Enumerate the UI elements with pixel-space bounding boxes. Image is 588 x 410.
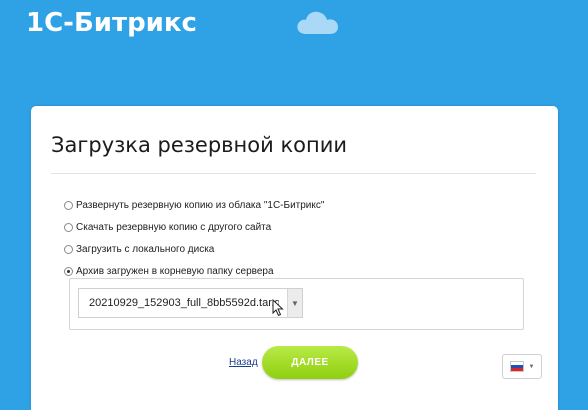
option-other-site[interactable]: Скачать резервную копию с другого сайта bbox=[64, 216, 324, 238]
title-divider bbox=[51, 173, 536, 174]
back-link[interactable]: Назад bbox=[229, 357, 258, 368]
archive-file-value: 20210929_152903_full_8bb5592d.tar.gz bbox=[89, 297, 279, 309]
language-select[interactable]: ▼ bbox=[502, 354, 542, 379]
mouse-cursor-icon bbox=[272, 299, 284, 317]
archive-file-select[interactable]: 20210929_152903_full_8bb5592d.tar.gz ▼ bbox=[78, 288, 303, 318]
radio-server-root[interactable] bbox=[64, 266, 73, 276]
restore-backup-panel: Загрузка резервной копии Развернуть резе… bbox=[31, 106, 558, 410]
page-title: Загрузка резервной копии bbox=[51, 133, 348, 157]
radio-cloud[interactable] bbox=[64, 200, 73, 210]
option-other-site-label: Скачать резервную копию с другого сайта bbox=[76, 221, 272, 233]
radio-other-site[interactable] bbox=[64, 222, 73, 232]
restore-options: Развернуть резервную копию из облака "1С… bbox=[64, 194, 324, 282]
cloud-icon bbox=[297, 11, 338, 34]
option-local-disk-label: Загрузить с локального диска bbox=[76, 243, 215, 255]
option-server-root-label: Архив загружен в корневую папку сервера bbox=[76, 265, 274, 277]
next-button[interactable]: ДАЛЕЕ bbox=[262, 346, 358, 379]
radio-local-disk[interactable] bbox=[64, 244, 73, 254]
chevron-down-icon: ▼ bbox=[528, 363, 535, 370]
ru-flag-icon bbox=[509, 361, 524, 372]
chevron-down-icon[interactable]: ▼ bbox=[287, 289, 302, 317]
option-cloud-label: Развернуть резервную копию из облака "1С… bbox=[76, 199, 325, 211]
option-local-disk[interactable]: Загрузить с локального диска bbox=[64, 238, 324, 260]
option-cloud[interactable]: Развернуть резервную копию из облака "1С… bbox=[64, 194, 324, 216]
archive-select-box: 20210929_152903_full_8bb5592d.tar.gz ▼ bbox=[69, 278, 524, 330]
brand-logo: 1С-Битрикс bbox=[26, 8, 197, 38]
